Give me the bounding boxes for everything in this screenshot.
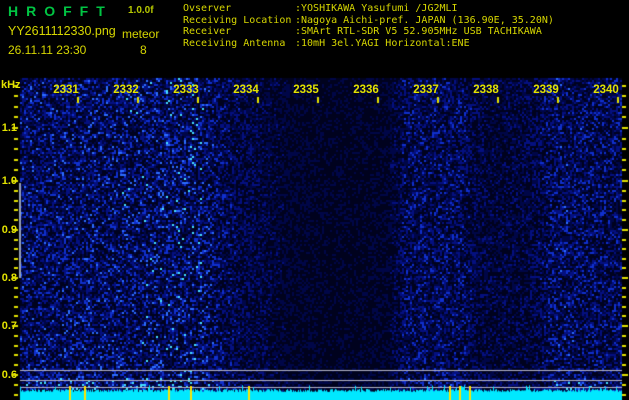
- y-axis-label: 0.7: [1, 320, 17, 332]
- y-axis-label: 0.8: [1, 272, 17, 284]
- x-axis-label: 2331: [53, 84, 79, 96]
- info-line-value: :Nagoya Aichi-pref. JAPAN (136.90E, 35.2…: [295, 14, 554, 26]
- hrofft-screen: HROFFT 1.0.0f YY2611112330.png meteor 26…: [0, 0, 629, 400]
- info-line-value: :YOSHIKAWA Yasufumi /JG2MLI: [295, 3, 458, 14]
- y-axis-label: 0.6: [1, 369, 17, 381]
- info-line-label: Receiving Location: [183, 14, 292, 26]
- info-line-label: Receiver: [183, 26, 232, 37]
- timestamp-label: 26.11.11 23:30: [8, 43, 87, 57]
- x-axis-label: 2333: [173, 84, 199, 96]
- station-info: Ovserver:YOSHIKAWA Yasufumi /JG2MLI Recei…: [183, 3, 554, 49]
- info-line: Ovserver :YOSHIKAWA Yasufumi /JG2MLI: [183, 3, 554, 15]
- x-axis-label: 2340: [593, 84, 619, 96]
- info-line-label: Receiving Antenna: [183, 37, 286, 49]
- x-axis-label: 2336: [353, 84, 379, 96]
- x-axis-label: 2339: [533, 84, 559, 96]
- y-axis-label: 1.1: [1, 122, 17, 134]
- info-line-label: Ovserver: [183, 3, 232, 14]
- info-line-value: :10mH 3el.YAGI Horizontal:ENE: [295, 37, 470, 49]
- y-axis-label: 1.0: [1, 175, 17, 187]
- app-title: HROFFT: [8, 3, 113, 19]
- info-line-value: :SMArt RTL-SDR V5 52.905MHz USB TACHIKAW…: [295, 26, 542, 37]
- spectrogram-canvas: [0, 0, 629, 400]
- info-line: Receiving Location:Nagoya Aichi-pref. JA…: [183, 15, 554, 27]
- x-axis-label: 2338: [473, 84, 499, 96]
- x-axis-label: 2335: [293, 84, 319, 96]
- y-axis-label: 0.9: [1, 224, 17, 236]
- info-line: Receiver :SMArt RTL-SDR V5 52.905MHz USB …: [183, 26, 554, 38]
- mode-label: meteor: [122, 27, 160, 41]
- x-axis-label: 2332: [113, 84, 139, 96]
- app-version: 1.0.0f: [128, 5, 154, 16]
- info-line: Receiving Antenna :10mH 3el.YAGI Horizont…: [183, 38, 554, 50]
- x-axis-label: 2334: [233, 84, 259, 96]
- x-axis-label: 2337: [413, 84, 439, 96]
- y-axis-unit-label: kHz: [1, 79, 21, 91]
- output-filename: YY2611112330.png: [8, 24, 116, 38]
- echo-count: 8: [140, 43, 147, 57]
